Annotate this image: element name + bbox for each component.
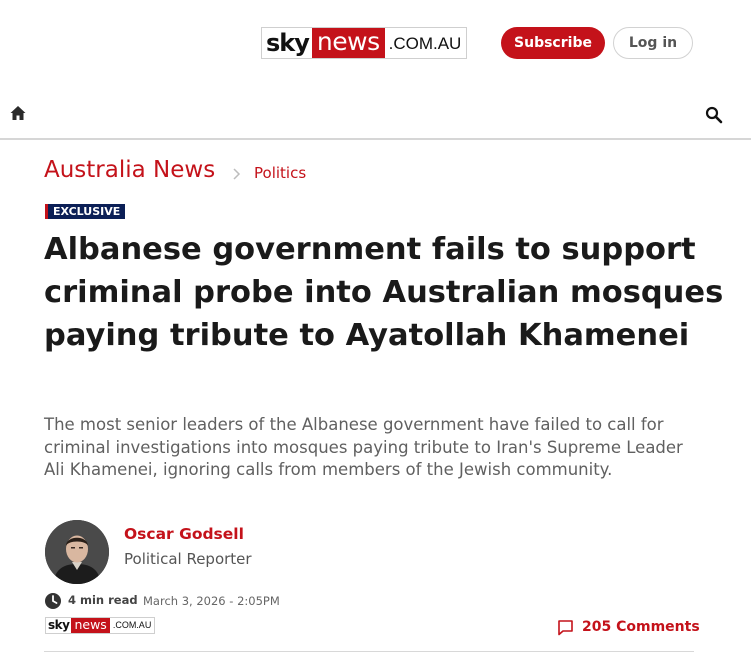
comment-icon [557,619,574,636]
author-name-link[interactable]: Oscar Godsell [124,525,244,543]
home-icon[interactable] [9,104,27,122]
search-icon[interactable] [705,106,723,124]
read-time: 4 min read [68,593,138,607]
sky-news-logo[interactable]: sky news .COM.AU [261,27,468,59]
breadcrumb-section-link[interactable]: Australia News [44,157,215,183]
chevron-right-icon [232,165,241,180]
small-logo-domain-text: .COM.AU [109,618,155,633]
breadcrumb-subsection-link[interactable]: Politics [254,164,306,182]
clock-icon [44,592,62,610]
author-role: Political Reporter [124,550,252,568]
logo-sky-text: sky [262,28,312,58]
small-logo-news-text: news [71,618,110,633]
subscribe-button[interactable]: Subscribe [501,27,605,59]
article-headline: Albanese government fails to support cri… [44,232,724,353]
logo-domain-text: .COM.AU [384,28,467,58]
publish-date: March 3, 2026 - 2:05PM [143,594,280,608]
exclusive-badge: EXCLUSIVE [45,204,126,219]
author-avatar[interactable] [45,520,109,584]
sky-news-small-logo: sky news .COM.AU [45,617,156,634]
login-button[interactable]: Log in [613,27,693,59]
comments-count-label: 205 Comments [582,619,700,635]
small-logo-sky-text: sky [46,618,72,633]
logo-news-text: news [311,28,385,58]
article-standfirst: The most senior leaders of the Albanese … [44,415,683,479]
comments-link[interactable]: 205 Comments [557,617,700,637]
site-header: sky news .COM.AU Subscribe Log in [0,0,751,140]
divider [44,651,694,652]
